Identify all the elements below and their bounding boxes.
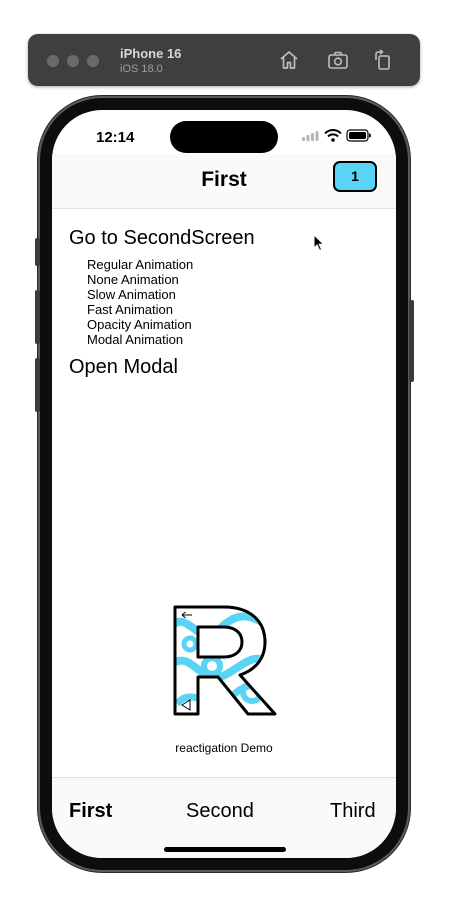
- volume-down-button: [35, 358, 40, 412]
- battery-icon: [346, 129, 371, 142]
- navigation-header: First 1: [52, 154, 396, 209]
- mouse-cursor-icon: [313, 234, 325, 252]
- minimize-window-button[interactable]: [67, 55, 79, 67]
- logo-caption: reactigation Demo: [175, 741, 273, 755]
- screen-content: Go to SecondScreen Regular Animation Non…: [52, 209, 396, 777]
- volume-up-button: [35, 290, 40, 344]
- phone-screen: 12:14 First 1 Go to SecondScreen Regular…: [52, 110, 396, 858]
- animation-options-list: Regular Animation None Animation Slow An…: [87, 257, 193, 347]
- wifi-icon: [324, 129, 342, 142]
- signal-icon: [302, 131, 319, 141]
- tab-second[interactable]: Second: [186, 800, 254, 823]
- none-animation-link[interactable]: None Animation: [87, 272, 193, 287]
- fast-animation-link[interactable]: Fast Animation: [87, 302, 193, 317]
- modal-animation-link[interactable]: Modal Animation: [87, 332, 193, 347]
- screenshot-icon[interactable]: [326, 48, 350, 72]
- home-icon[interactable]: [277, 48, 301, 72]
- go-to-second-screen-link[interactable]: Go to SecondScreen: [69, 227, 255, 250]
- power-button: [409, 300, 414, 382]
- header-badge-button[interactable]: 1: [333, 161, 377, 192]
- action-button: [35, 238, 40, 266]
- tab-bar: First Second Third: [52, 777, 396, 858]
- open-modal-link[interactable]: Open Modal: [69, 356, 178, 379]
- zoom-window-button[interactable]: [87, 55, 99, 67]
- reactigation-logo: [173, 605, 277, 716]
- status-icons: [302, 129, 371, 142]
- status-time: 12:14: [96, 129, 135, 146]
- opacity-animation-link[interactable]: Opacity Animation: [87, 317, 193, 332]
- os-version: iOS 18.0: [120, 63, 163, 75]
- device-name: iPhone 16: [120, 46, 182, 61]
- slow-animation-link[interactable]: Slow Animation: [87, 287, 193, 302]
- tab-first[interactable]: First: [69, 800, 112, 823]
- close-window-button[interactable]: [47, 55, 59, 67]
- home-indicator: [164, 847, 286, 852]
- tab-third[interactable]: Third: [330, 800, 376, 823]
- simulator-toolbar: iPhone 16 iOS 18.0: [28, 34, 420, 86]
- regular-animation-link[interactable]: Regular Animation: [87, 257, 193, 272]
- rotate-icon[interactable]: [371, 48, 395, 72]
- dynamic-island: [170, 121, 278, 153]
